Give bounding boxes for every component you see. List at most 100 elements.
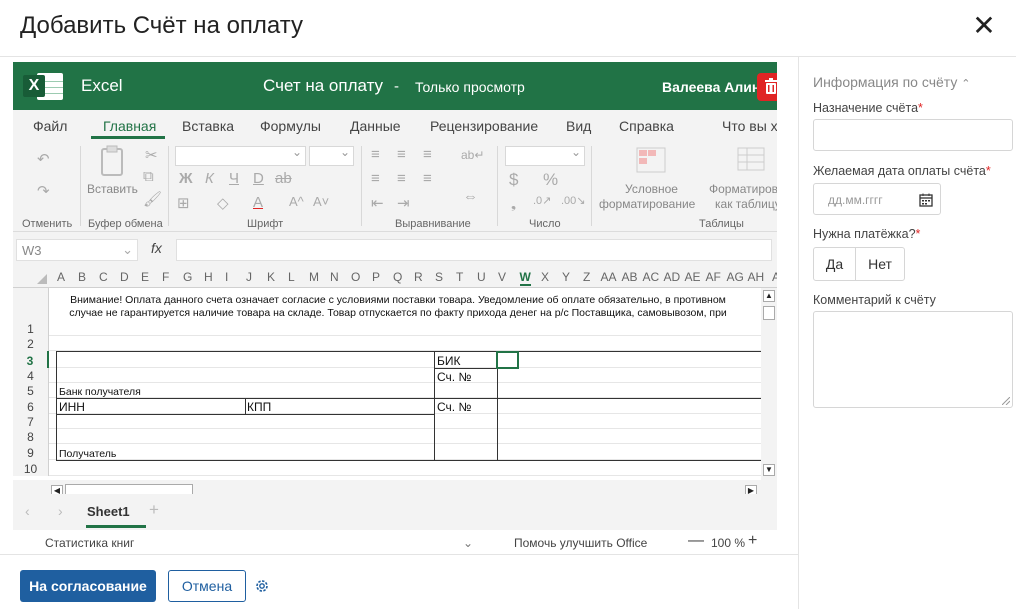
decrease-indent-icon[interactable]: ⇤ <box>371 194 384 212</box>
calendar-icon[interactable] <box>919 193 933 207</box>
comma-style-icon[interactable]: ❟ <box>511 196 516 212</box>
paste-icon[interactable] <box>98 145 128 177</box>
column-header-f[interactable]: F <box>162 270 169 284</box>
grow-font-icon[interactable]: A^ <box>289 194 304 209</box>
bold-icon[interactable]: Ж <box>179 170 193 187</box>
row-header-5[interactable]: 5 <box>13 383 49 398</box>
column-header-z[interactable]: Z <box>583 270 590 284</box>
column-header-o[interactable]: O <box>351 270 360 284</box>
comment-textarea[interactable] <box>813 311 1013 408</box>
column-header-r[interactable]: R <box>414 270 423 284</box>
row-header-3[interactable]: 3 <box>13 351 49 368</box>
cell-recipient[interactable]: Получатель <box>59 448 116 460</box>
date-input[interactable]: дд.мм.гггг <box>813 183 941 215</box>
prev-sheet-icon[interactable]: ‹ <box>25 503 30 519</box>
selected-cell-w3[interactable] <box>496 351 519 369</box>
wrap-text-icon[interactable]: ab↵ <box>461 148 484 162</box>
column-header-e[interactable]: E <box>141 270 149 284</box>
column-header-ah[interactable]: AH <box>748 270 765 284</box>
underline-icon[interactable]: Ч <box>229 170 239 187</box>
percent-icon[interactable]: % <box>543 170 558 190</box>
column-header-v[interactable]: V <box>498 270 506 284</box>
row-header-4[interactable]: 4 <box>13 368 49 383</box>
column-header-g[interactable]: G <box>183 270 192 284</box>
column-header-t[interactable]: T <box>456 270 463 284</box>
number-format-dropdown[interactable] <box>505 145 585 166</box>
align-bottom-icon[interactable]: ≡ <box>423 146 432 163</box>
help-improve-office[interactable]: Помочь улучшить Office <box>514 536 647 550</box>
italic-icon[interactable]: К <box>205 170 214 187</box>
tab-data[interactable]: Данные <box>350 118 401 134</box>
fill-color-icon[interactable]: ◇ <box>217 194 229 212</box>
tab-help[interactable]: Справка <box>619 118 674 134</box>
column-header-a[interactable]: A <box>57 270 65 284</box>
scroll-up-icon[interactable]: ▲ <box>763 290 775 302</box>
cut-icon[interactable]: ✂ <box>145 146 158 164</box>
fx-icon[interactable]: fx <box>151 240 162 256</box>
column-header-q[interactable]: Q <box>393 270 402 284</box>
chevron-down-icon[interactable]: ⌄ <box>463 536 473 550</box>
tab-home[interactable]: Главная <box>103 118 156 134</box>
column-header-w[interactable]: W <box>519 270 531 286</box>
column-header-h[interactable]: H <box>204 270 213 284</box>
align-left-icon[interactable]: ≡ <box>371 170 380 187</box>
column-header-x[interactable]: X <box>541 270 549 284</box>
scroll-down-icon[interactable]: ▼ <box>763 464 775 476</box>
strikethrough-icon[interactable]: ab <box>275 170 292 187</box>
resize-handle-icon[interactable] <box>1002 397 1010 405</box>
gear-icon[interactable] <box>254 578 270 594</box>
payment-no-button[interactable]: Нет <box>855 247 905 281</box>
double-underline-icon[interactable]: D <box>253 170 264 187</box>
conditional-formatting-icon[interactable] <box>636 147 666 173</box>
cell-account-1[interactable]: Сч. № <box>437 370 471 384</box>
excel-viewer[interactable]: X Excel Счет на оплату - Только просмотр… <box>13 62 777 530</box>
row-header-7[interactable]: 7 <box>13 414 49 429</box>
cancel-button[interactable]: Отмена <box>168 570 246 602</box>
align-right-icon[interactable]: ≡ <box>423 170 432 187</box>
approve-button[interactable]: На согласование <box>20 570 156 602</box>
vertical-scrollbar[interactable]: ▲ ▼ <box>761 288 777 482</box>
column-header-c[interactable]: C <box>99 270 108 284</box>
cell-bik[interactable]: БИК <box>437 354 461 368</box>
borders-icon[interactable]: ⊞ <box>177 194 190 212</box>
cell-inn[interactable]: ИНН <box>59 400 85 414</box>
vertical-scroll-thumb[interactable] <box>763 306 775 320</box>
row-header-6[interactable]: 6 <box>13 398 49 414</box>
zoom-out-icon[interactable]: — <box>688 532 704 550</box>
formula-input[interactable] <box>176 239 772 261</box>
column-header-u[interactable]: U <box>477 270 486 284</box>
increase-decimal-icon[interactable]: .0↗ <box>533 194 551 207</box>
column-header-ae[interactable]: AE <box>685 270 701 284</box>
decrease-decimal-icon[interactable]: .00↘ <box>561 194 586 207</box>
column-header-ag[interactable]: AG <box>727 270 744 284</box>
column-header-ac[interactable]: AC <box>643 270 660 284</box>
column-header-k[interactable]: K <box>267 270 275 284</box>
font-color-icon[interactable]: A <box>253 194 263 211</box>
tab-view[interactable]: Вид <box>566 118 591 134</box>
column-header-j[interactable]: J <box>246 270 252 284</box>
name-box[interactable]: W3 ⌄ <box>16 239 138 261</box>
row-header-2[interactable]: 2 <box>13 336 49 351</box>
tell-me-search[interactable]: Что вы х <box>722 118 777 134</box>
add-sheet-icon[interactable]: + <box>149 500 159 520</box>
redo-icon[interactable]: ↷ <box>37 182 50 200</box>
column-header-l[interactable]: L <box>288 270 295 284</box>
row-header-9[interactable]: 9 <box>13 444 49 460</box>
workbook-statistics[interactable]: Статистика книг <box>45 536 134 550</box>
column-header-af[interactable]: AF <box>706 270 721 284</box>
column-header-s[interactable]: S <box>435 270 443 284</box>
column-header-b[interactable]: B <box>78 270 86 284</box>
close-icon[interactable]: ✕ <box>970 12 998 42</box>
align-center-icon[interactable]: ≡ <box>397 170 406 187</box>
spreadsheet-grid[interactable]: A B C D E F G H I J K L M N O P Q R S T U V W X Y Z AA AB AC AD AE AF AG… <box>13 266 777 500</box>
undo-icon[interactable]: ↶ <box>37 150 50 168</box>
next-sheet-icon[interactable]: › <box>58 503 63 519</box>
row-header-10[interactable]: 10 <box>13 460 49 476</box>
copy-icon[interactable]: ⧉ <box>143 168 154 185</box>
column-header-m[interactable]: M <box>309 270 319 284</box>
user-name[interactable]: Валеева Алина <box>662 79 768 95</box>
sidebar-title[interactable]: Информация по счёту ⌃ <box>813 74 970 90</box>
font-size-dropdown[interactable] <box>309 145 354 166</box>
merge-icon[interactable]: ⇔ <box>463 188 478 205</box>
increase-indent-icon[interactable]: ⇥ <box>397 194 410 212</box>
